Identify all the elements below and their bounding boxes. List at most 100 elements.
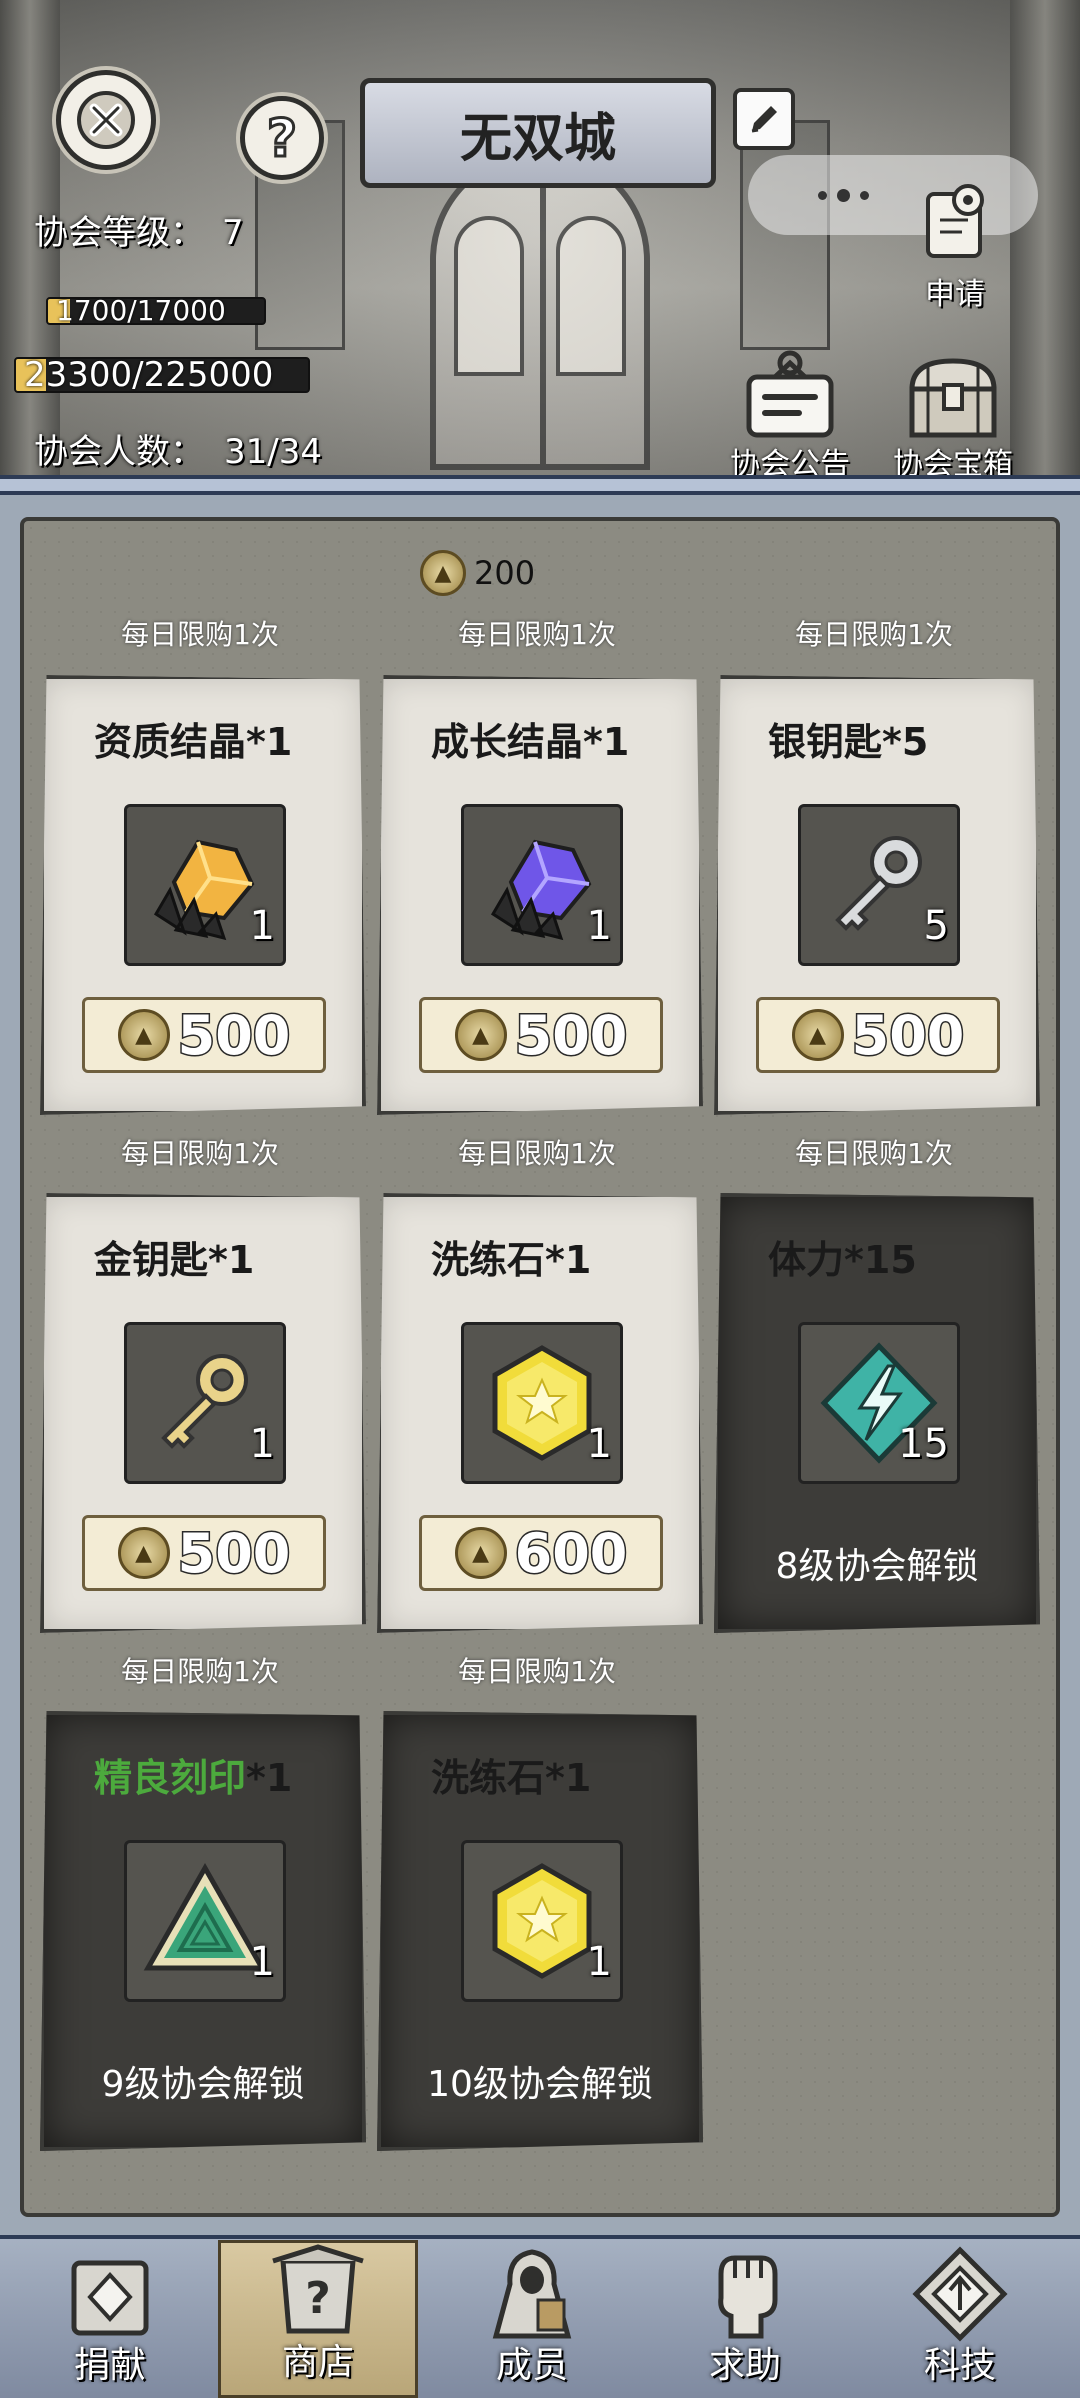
item-count: 1 xyxy=(586,1939,612,1985)
capsule-dot xyxy=(817,190,827,200)
item-price: 600 xyxy=(513,1520,629,1586)
tab-label: 科技 xyxy=(923,2345,996,2386)
tab-donate[interactable]: 捐献 xyxy=(10,2240,210,2398)
item-count: 1 xyxy=(586,903,612,949)
item-slot: 1 xyxy=(124,1840,286,2002)
donate-icon xyxy=(55,2244,165,2344)
edit-name-button[interactable] xyxy=(733,88,795,150)
shop-item-card[interactable]: 洗练石*1 1 ▲ 600 xyxy=(377,1193,703,1633)
tab-label: 商店 xyxy=(281,2342,354,2383)
item-price: 500 xyxy=(513,1002,629,1068)
guild-coin-icon: ▲ xyxy=(420,550,466,596)
item-title: 洗练石*1 xyxy=(431,1756,592,1800)
shop-item-card[interactable]: 金钥匙*1 1 ▲ 500 xyxy=(40,1193,366,1633)
item-slot: 1 xyxy=(461,1840,623,2002)
item-slot: 1 xyxy=(124,1322,286,1484)
help-button[interactable]: ? xyxy=(240,96,324,180)
members-label: 协会人数： xyxy=(34,432,204,472)
item-title: 精良刻印*1 xyxy=(94,1747,292,1802)
help-fist-icon xyxy=(690,2244,800,2344)
shop-item-card-locked[interactable]: 体力*15 15 8级协会解锁 xyxy=(714,1193,1040,1633)
item-count: 1 xyxy=(249,903,275,949)
shop-icon: ? xyxy=(263,2241,373,2341)
svg-text:?: ? xyxy=(305,2273,331,2324)
item-count: 1 xyxy=(586,1421,612,1467)
unlock-requirement: 10级协会解锁 xyxy=(427,2064,653,2105)
item-price: 500 xyxy=(176,1002,292,1068)
unlock-requirement: 9级协会解锁 xyxy=(101,2064,305,2105)
item-slot: 15 xyxy=(798,1322,960,1484)
pencil-icon xyxy=(751,106,777,133)
daily-limit-label: 每日限购1次 xyxy=(795,1137,953,1170)
item-slot: 1 xyxy=(461,1322,623,1484)
guild-name: 无双城 xyxy=(459,108,616,169)
shop-item-card[interactable]: 成长结晶*1 1 ▲ 500 xyxy=(377,675,703,1115)
guild-exp-bar: 1700/17000 xyxy=(46,297,266,325)
item-title: 银钥匙*5 xyxy=(768,720,929,764)
fund-bar-text: 23300/225000 xyxy=(24,357,274,393)
item-count: 1 xyxy=(249,1939,275,1985)
buy-button[interactable]: ▲ 500 xyxy=(419,997,663,1073)
item-title: 体力*15 xyxy=(768,1238,917,1282)
item-count: 5 xyxy=(923,903,949,949)
item-title-quality: 精良刻印 xyxy=(94,1756,247,1800)
item-title: 金钥匙*1 xyxy=(94,1238,255,1282)
unlock-requirement: 8级协会解锁 xyxy=(775,1546,979,1587)
tab-tech[interactable]: 科技 xyxy=(860,2240,1060,2398)
item-title: 洗练石*1 xyxy=(431,1238,592,1282)
guild-fund-bar: 23300/225000 xyxy=(14,357,310,393)
guild-notice-button[interactable]: 协会公告 xyxy=(730,345,850,483)
tab-label: 求助 xyxy=(708,2345,781,2386)
header-divider xyxy=(0,475,1080,495)
item-price: 500 xyxy=(176,1520,292,1586)
shop-item-card-locked[interactable]: 精良刻印*1 1 9级协会解锁 xyxy=(40,1711,366,2151)
item-slot: 5 xyxy=(798,804,960,966)
item-slot: 1 xyxy=(461,804,623,966)
guild-coin-icon: ▲ xyxy=(454,1527,507,1579)
item-count: 15 xyxy=(898,1421,949,1467)
apply-label: 申请 xyxy=(925,277,985,312)
guild-coin-balance: ▲ 200 xyxy=(420,550,535,596)
item-slot: 1 xyxy=(124,804,286,966)
item-title-suffix: *1 xyxy=(246,1756,293,1800)
close-button[interactable] xyxy=(56,70,156,170)
guild-coin-amount: 200 xyxy=(474,554,536,592)
shop-item-card[interactable]: 资质结晶*1 1 ▲ 500 xyxy=(40,675,366,1115)
item-count: 1 xyxy=(249,1421,275,1467)
guild-members: 协会人数： 31/34 xyxy=(34,424,322,473)
tech-icon xyxy=(905,2244,1015,2344)
daily-limit-label: 每日限购1次 xyxy=(795,618,953,651)
guild-level: 协会等级： 7 xyxy=(34,205,244,254)
close-icon xyxy=(77,91,135,149)
item-title: 成长结晶*1 xyxy=(431,720,630,764)
guild-name-plate: 无双城 xyxy=(360,78,716,188)
shop-item-card[interactable]: 银钥匙*5 5 ▲ 500 xyxy=(714,675,1040,1115)
daily-limit-label: 每日限购1次 xyxy=(458,1655,616,1688)
capsule-dot xyxy=(859,190,869,200)
question-icon: ? xyxy=(265,108,298,168)
item-title: 资质结晶*1 xyxy=(94,720,293,764)
notice-board-icon xyxy=(735,345,845,445)
guild-chest-button[interactable]: 协会宝箱 xyxy=(893,345,1013,483)
guild-level-value: 7 xyxy=(222,213,244,253)
buy-button[interactable]: ▲ 500 xyxy=(82,1515,326,1591)
members-icon xyxy=(477,2244,587,2344)
daily-limit-label: 每日限购1次 xyxy=(121,618,279,651)
daily-limit-label: 每日限购1次 xyxy=(121,1137,279,1170)
daily-limit-label: 每日限购1次 xyxy=(458,1137,616,1170)
item-price: 500 xyxy=(850,1002,966,1068)
tab-label: 捐献 xyxy=(73,2345,146,2386)
guild-level-label: 协会等级： xyxy=(34,213,204,253)
tab-shop[interactable]: ? 商店 xyxy=(218,2240,418,2398)
buy-button[interactable]: ▲ 500 xyxy=(756,997,1000,1073)
daily-limit-label: 每日限购1次 xyxy=(458,618,616,651)
buy-button[interactable]: ▲ 600 xyxy=(419,1515,663,1591)
exp-bar-text: 1700/17000 xyxy=(56,297,226,325)
guild-coin-icon: ▲ xyxy=(791,1009,844,1061)
shop-item-card-locked[interactable]: 洗练石*1 1 10级协会解锁 xyxy=(377,1711,703,2151)
tab-members[interactable]: 成员 xyxy=(432,2240,632,2398)
daily-limit-label: 每日限购1次 xyxy=(121,1655,279,1688)
apply-button[interactable]: 申请 xyxy=(900,175,1010,313)
tab-help[interactable]: 求助 xyxy=(645,2240,845,2398)
buy-button[interactable]: ▲ 500 xyxy=(82,997,326,1073)
